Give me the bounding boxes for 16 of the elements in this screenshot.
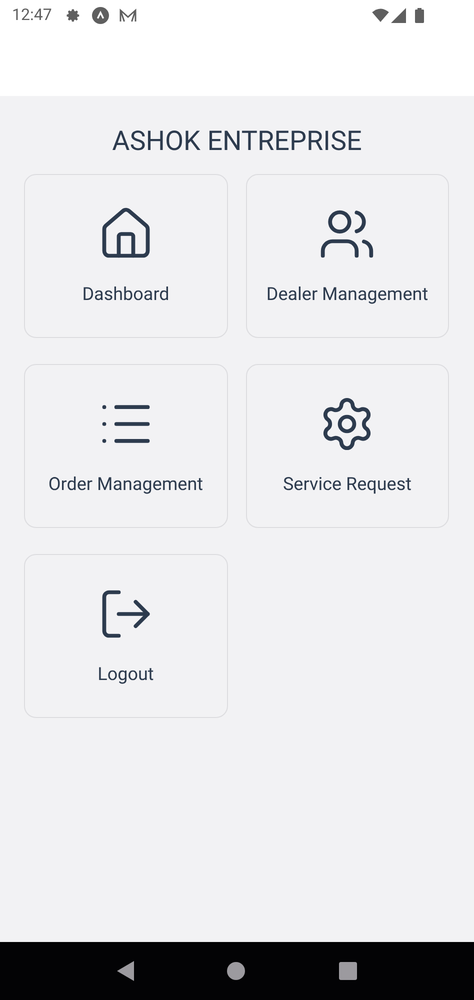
menu-tile[interactable]: Order Management bbox=[24, 364, 228, 528]
wifi-icon bbox=[372, 8, 389, 22]
mail-icon bbox=[118, 8, 137, 22]
recents-icon[interactable] bbox=[339, 962, 358, 980]
app-title: ASHOK ENTREPRISE bbox=[111, 124, 363, 159]
battery-icon bbox=[415, 8, 424, 22]
home-icon[interactable] bbox=[227, 962, 246, 980]
signal-icon bbox=[391, 8, 406, 22]
menu-tile[interactable]: Dashboard bbox=[24, 174, 228, 338]
back-icon[interactable] bbox=[116, 961, 134, 981]
status-time: 12:47 bbox=[12, 4, 52, 26]
settings-icon bbox=[66, 8, 81, 22]
menu-tile[interactable]: Service Request bbox=[246, 364, 449, 528]
app-icon bbox=[92, 6, 109, 24]
menu-tile[interactable]: Dealer Management bbox=[246, 174, 449, 338]
menu-tile[interactable]: Logout bbox=[24, 554, 228, 718]
